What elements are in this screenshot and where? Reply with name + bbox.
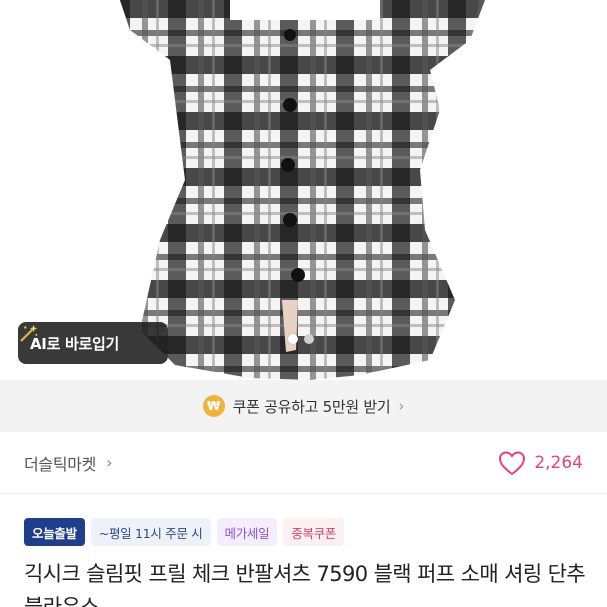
- like-button[interactable]: 2,264: [498, 450, 583, 476]
- order-cutoff-badge: ~평일 11시 주문 시: [90, 518, 211, 546]
- ai-try-on-button[interactable]: AI로 바로입기: [18, 322, 168, 364]
- carousel-dot-1[interactable]: [288, 334, 298, 344]
- carousel-indicator: [288, 334, 314, 344]
- coupon-share-text: 쿠폰 공유하고 5만원 받기: [232, 397, 391, 416]
- heart-icon: [499, 450, 526, 475]
- shop-name-link[interactable]: 더슬틱마켓: [24, 451, 96, 475]
- chevron-right-icon: ›: [106, 453, 113, 472]
- chevron-right-icon: ›: [398, 397, 405, 415]
- coupon-share-banner[interactable]: ₩ 쿠폰 공유하고 5만원 받기 ›: [0, 380, 607, 432]
- like-count: 2,264: [534, 452, 583, 473]
- magic-wand-icon: [20, 324, 38, 342]
- ai-try-on-label: AI로 바로입기: [30, 334, 120, 353]
- duplicate-coupon-badge: 중복쿠폰: [283, 518, 345, 546]
- product-tags: 오늘출발 ~평일 11시 주문 시 메가세일 중복쿠폰: [24, 518, 345, 546]
- product-image[interactable]: AI로 바로입기: [0, 0, 607, 380]
- shop-row: 더슬틱마켓 › 2,264: [0, 432, 607, 494]
- mega-sale-badge: 메가세일: [216, 518, 278, 546]
- won-coin-icon: ₩: [202, 395, 225, 417]
- today-shipping-badge: 오늘출발: [24, 518, 85, 546]
- carousel-dot-2[interactable]: [304, 334, 314, 344]
- product-title: 긱시크 슬림핏 프릴 체크 반팔셔츠 7590 블랙 퍼프 소매 셔링 단추 블…: [24, 562, 586, 607]
